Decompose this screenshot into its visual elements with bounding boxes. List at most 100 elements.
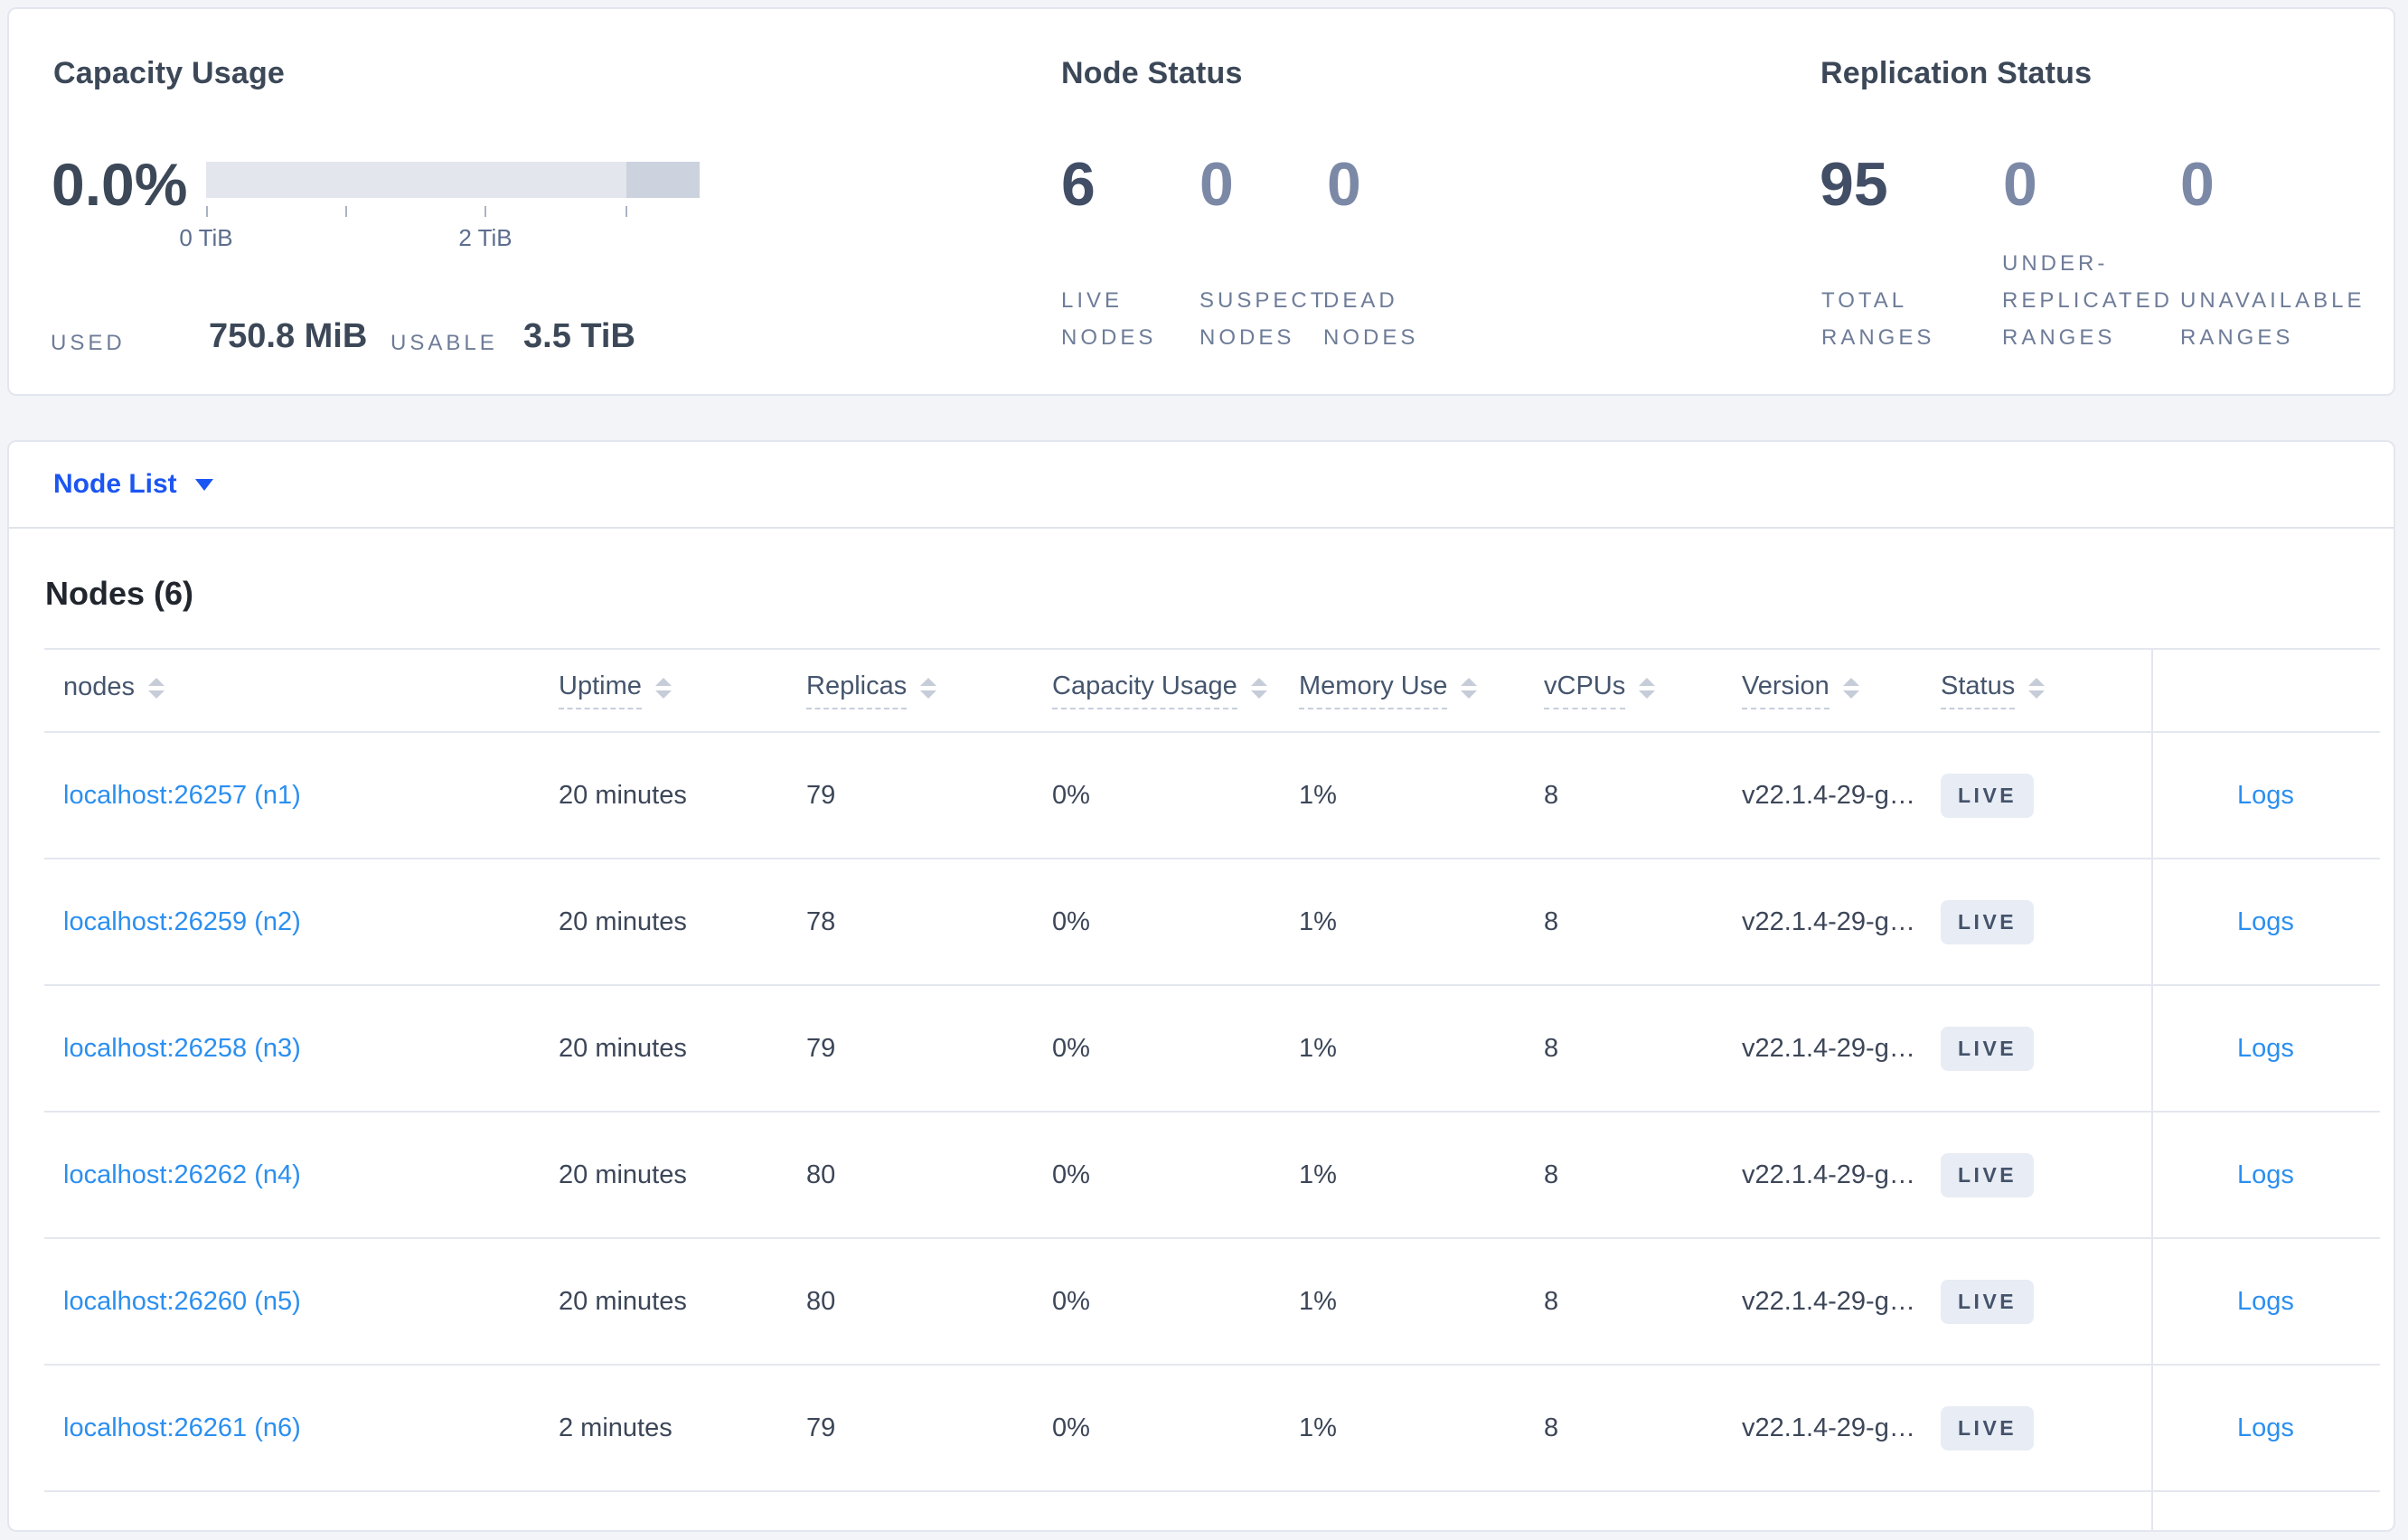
sort-icon bbox=[1639, 678, 1656, 699]
unavailable-ranges-value: 0 bbox=[2180, 150, 2215, 219]
capacity-usage-cell: 0% bbox=[1052, 1033, 1090, 1063]
table-row: localhost:26261 (n6) 2 minutes 79 0% 1% … bbox=[44, 1366, 2380, 1492]
nodes-table: nodes Uptime Replicas Capacity Usage Mem… bbox=[44, 648, 2380, 1532]
col-header-status-label: Status bbox=[1941, 671, 2016, 709]
sort-icon bbox=[1461, 678, 1478, 699]
logs-link[interactable]: Logs bbox=[2237, 1034, 2294, 1064]
memory-use-cell: 1% bbox=[1299, 1286, 1337, 1316]
uptime-cell: 20 minutes bbox=[559, 1033, 687, 1063]
capacity-axis-tick bbox=[484, 206, 486, 217]
version-cell: v22.1.4-29-g… bbox=[1742, 1413, 1915, 1442]
node-link[interactable]: localhost:26262 (n4) bbox=[63, 1160, 301, 1189]
memory-use-cell: 1% bbox=[1299, 780, 1337, 810]
col-header-logs bbox=[2151, 650, 2378, 731]
capacity-used-label: USED bbox=[51, 331, 126, 355]
node-link[interactable]: localhost:26257 (n1) bbox=[63, 781, 301, 810]
logs-link[interactable]: Logs bbox=[2237, 1287, 2294, 1317]
sort-icon bbox=[920, 678, 937, 699]
vcpus-cell: 8 bbox=[1544, 1160, 1559, 1189]
uptime-cell: 20 minutes bbox=[559, 780, 687, 810]
capacity-axis-tick bbox=[345, 206, 347, 217]
memory-use-cell: 1% bbox=[1299, 1413, 1337, 1442]
replicas-cell: 79 bbox=[806, 1033, 836, 1063]
logs-link[interactable]: Logs bbox=[2237, 1413, 2294, 1443]
capacity-usage-cell: 0% bbox=[1052, 1286, 1090, 1316]
under-replicated-ranges-label: UNDER- REPLICATED RANGES bbox=[2002, 251, 2173, 350]
capacity-used-value: 750.8 MiB bbox=[209, 317, 368, 355]
table-row: localhost:26260 (n5) 20 minutes 80 0% 1%… bbox=[44, 1239, 2380, 1366]
col-header-uptime[interactable]: Uptime bbox=[559, 671, 806, 709]
capacity-usage-cell: 0% bbox=[1052, 1160, 1090, 1189]
col-header-memory-use[interactable]: Memory Use bbox=[1299, 671, 1544, 709]
table-row: localhost:26262 (n4) 20 minutes 80 0% 1%… bbox=[44, 1113, 2380, 1239]
col-header-version-label: Version bbox=[1742, 671, 1830, 709]
live-nodes-value: 6 bbox=[1061, 150, 1096, 219]
node-link[interactable]: localhost:26258 (n3) bbox=[63, 1034, 301, 1063]
node-list-card: Node List Nodes (6) nodes Uptime Replica… bbox=[7, 440, 2395, 1532]
suspect-nodes-label: SUSPECT NODES bbox=[1199, 288, 1328, 350]
live-nodes-label: LIVE NODES bbox=[1061, 288, 1157, 350]
dead-nodes-label: DEAD NODES bbox=[1323, 288, 1419, 350]
version-cell: v22.1.4-29-g… bbox=[1742, 1160, 1915, 1189]
sort-icon bbox=[654, 678, 672, 699]
node-list-nav-row: Node List bbox=[9, 442, 2394, 529]
dead-nodes-value: 0 bbox=[1327, 150, 1361, 219]
cluster-summary-card: Capacity Usage 0.0% 0 TiB 2 TiB USED 750… bbox=[7, 7, 2395, 396]
logs-link[interactable]: Logs bbox=[2237, 1160, 2294, 1190]
uptime-cell: 20 minutes bbox=[559, 1160, 687, 1189]
version-cell: v22.1.4-29-g… bbox=[1742, 1286, 1915, 1316]
capacity-usage-cell: 0% bbox=[1052, 780, 1090, 810]
sort-icon bbox=[1250, 678, 1267, 699]
node-status-title: Node Status bbox=[1061, 56, 1243, 90]
nodes-table-title: Nodes (6) bbox=[45, 575, 194, 612]
table-row: localhost:26257 (n1) 20 minutes 79 0% 1%… bbox=[44, 733, 2380, 859]
col-header-vcpus[interactable]: vCPUs bbox=[1544, 671, 1742, 709]
col-header-status[interactable]: Status bbox=[1941, 671, 2151, 709]
chevron-down-icon bbox=[194, 478, 213, 491]
node-link[interactable]: localhost:26261 (n6) bbox=[63, 1413, 301, 1442]
status-badge: LIVE bbox=[1941, 1405, 2035, 1451]
col-header-vcpus-label: vCPUs bbox=[1544, 671, 1626, 709]
capacity-axis-label-0: 0 TiB bbox=[179, 224, 233, 251]
col-header-memory-use-label: Memory Use bbox=[1299, 671, 1448, 709]
col-header-uptime-label: Uptime bbox=[559, 671, 642, 709]
uptime-cell: 2 minutes bbox=[559, 1413, 673, 1442]
vcpus-cell: 8 bbox=[1544, 1413, 1559, 1442]
uptime-cell: 20 minutes bbox=[559, 1286, 687, 1316]
node-link[interactable]: localhost:26259 (n2) bbox=[63, 907, 301, 936]
node-link[interactable]: localhost:26260 (n5) bbox=[63, 1287, 301, 1316]
capacity-bar-end-segment bbox=[626, 162, 700, 198]
status-badge: LIVE bbox=[1941, 1026, 2035, 1071]
capacity-axis-tick bbox=[206, 206, 208, 217]
capacity-usage-title: Capacity Usage bbox=[53, 56, 286, 90]
col-header-nodes[interactable]: nodes bbox=[44, 672, 559, 709]
col-header-replicas-label: Replicas bbox=[806, 671, 908, 709]
status-badge: LIVE bbox=[1941, 773, 2035, 818]
status-badge: LIVE bbox=[1941, 1152, 2035, 1197]
under-replicated-ranges-value: 0 bbox=[2003, 150, 2037, 219]
sort-icon bbox=[2028, 678, 2046, 699]
vcpus-cell: 8 bbox=[1544, 906, 1559, 936]
col-header-capacity-usage[interactable]: Capacity Usage bbox=[1052, 671, 1299, 709]
col-header-version[interactable]: Version bbox=[1742, 671, 1941, 709]
logs-link[interactable]: Logs bbox=[2237, 907, 2294, 937]
capacity-usable-value: 3.5 TiB bbox=[523, 317, 635, 355]
sort-icon bbox=[148, 678, 165, 699]
col-header-replicas[interactable]: Replicas bbox=[806, 671, 1052, 709]
logs-link[interactable]: Logs bbox=[2237, 781, 2294, 811]
version-cell: v22.1.4-29-g… bbox=[1742, 906, 1915, 936]
table-header-row: nodes Uptime Replicas Capacity Usage Mem… bbox=[44, 650, 2380, 733]
replicas-cell: 78 bbox=[806, 906, 836, 936]
replicas-cell: 79 bbox=[806, 1413, 836, 1442]
memory-use-cell: 1% bbox=[1299, 1160, 1337, 1189]
version-cell: v22.1.4-29-g… bbox=[1742, 780, 1915, 810]
col-header-nodes-label: nodes bbox=[63, 672, 136, 701]
table-row: localhost:26258 (n3) 20 minutes 79 0% 1%… bbox=[44, 986, 2380, 1113]
col-header-capacity-usage-label: Capacity Usage bbox=[1052, 671, 1237, 709]
memory-use-cell: 1% bbox=[1299, 906, 1337, 936]
node-list-dropdown[interactable]: Node List bbox=[53, 469, 213, 500]
capacity-bar: 0 TiB 2 TiB bbox=[179, 162, 700, 251]
unavailable-ranges-label: UNAVAILABLE RANGES bbox=[2180, 288, 2366, 350]
node-list-dropdown-label: Node List bbox=[53, 469, 177, 499]
total-ranges-label: TOTAL RANGES bbox=[1821, 288, 1935, 350]
